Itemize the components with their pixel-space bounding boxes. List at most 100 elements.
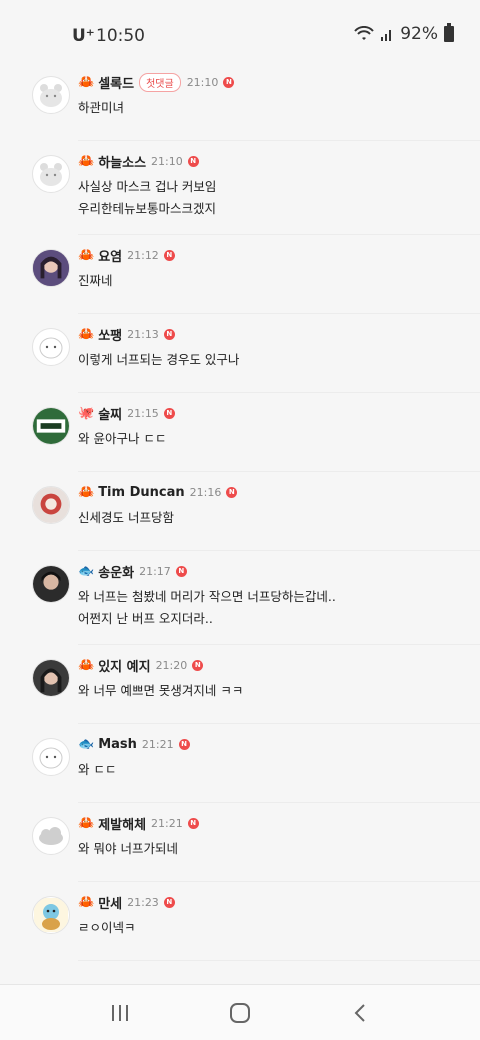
signal-icon	[381, 30, 392, 41]
avatar[interactable]	[32, 659, 70, 697]
comment-nickname[interactable]: Mash	[98, 737, 137, 752]
comment-line: 와 너프는 첨봤네 머리가 작으면 너프당하는갑네..	[78, 589, 336, 604]
profile-photo-icon	[33, 566, 69, 602]
comment-item[interactable]: 🐟 Mash 21:21 N 와 ㄷㄷ	[0, 724, 480, 803]
comment-nickname[interactable]: 쏘팽	[98, 325, 122, 344]
soju-avatar-icon	[33, 408, 69, 444]
comment-item[interactable]: 🦀 있지 예지 21:20 N 와 너무 예쁘면 못생겨지네 ㅋㅋ	[0, 645, 480, 724]
comment-nickname[interactable]: 요염	[98, 246, 122, 265]
cloud-avatar-icon	[39, 827, 63, 845]
comment-line: 우리한테뉴보통마스크겠지	[78, 201, 217, 216]
comment-time: 21:21	[151, 816, 183, 830]
crab-level-icon: 🦀	[78, 484, 95, 500]
comment-time: 21:10	[186, 75, 219, 89]
comment-item[interactable]: 🦀 만세 21:23 N ㄹㅇ이넥ㅋ	[0, 882, 480, 961]
crab-level-icon: 🦀	[78, 74, 95, 90]
comment-line: 와 너무 예쁘면 못생겨지네 ㅋㅋ	[78, 683, 244, 698]
blob-avatar-icon	[39, 747, 63, 769]
comment-item[interactable]: 🐟 송운화 21:17 N 와 너프는 첨봤네 머리가 작으면 너프당하는갑네.…	[0, 551, 480, 645]
crab-level-icon: 🦀	[78, 894, 95, 910]
avatar[interactable]	[32, 738, 70, 776]
comment-time: 21:12	[127, 248, 159, 262]
comment-line: 신세경도 너프당함	[78, 510, 174, 525]
comment-item[interactable]: 🦀 제발해체 21:21 N 와 뭐야 너프가되네	[0, 803, 480, 882]
profile-photo-icon	[33, 660, 69, 696]
comment-nickname[interactable]: 하늘소스	[98, 152, 146, 171]
system-nav-bar	[0, 984, 480, 1040]
new-icon: N	[163, 896, 175, 908]
avatar[interactable]	[32, 565, 70, 603]
comment-item[interactable]: 🦀 요염 21:12 N 진짜네	[0, 235, 480, 314]
new-icon: N	[163, 407, 175, 419]
comment-nickname[interactable]: 술찌	[98, 404, 122, 423]
comment-line: 사실상 마스크 겁나 커보임	[78, 179, 217, 194]
battery-percent: 92%	[400, 24, 438, 44]
comment-time: 21:20	[155, 658, 188, 672]
comment-body: 이렇게 너프되는 경우도 있구나	[78, 349, 480, 371]
comment-item[interactable]: 🦀 쏘팽 21:13 N 이렇게 너프되는 경우도 있구나	[0, 314, 480, 393]
blob-avatar-icon	[39, 337, 63, 359]
comment-line: ㄹㅇ이넥ㅋ	[78, 920, 136, 935]
comment-body: ㄹㅇ이넥ㅋ	[78, 917, 480, 939]
avatar[interactable]	[32, 76, 70, 114]
comment-list[interactable]: 🦀 셀록드 첫댓글 21:10 N 하관미녀 🦀 하늘소스 21:10 N 사실…	[0, 62, 480, 984]
comment-body: 진짜네	[78, 270, 480, 292]
first-comment-badge: 첫댓글	[139, 72, 181, 92]
comment-time: 21:23	[127, 895, 159, 909]
comment-nickname[interactable]: 만세	[98, 893, 122, 912]
avatar[interactable]	[32, 155, 70, 193]
comment-item[interactable]: 🐙 술찌 21:15 N 와 윤아구나 ㄷㄷ	[0, 393, 480, 472]
new-icon: N	[226, 486, 238, 498]
comment-nickname[interactable]: 셀록드	[98, 73, 134, 92]
comment-nickname[interactable]: 제발해체	[98, 814, 146, 833]
bear-avatar-icon	[40, 163, 62, 186]
new-icon: N	[223, 76, 235, 88]
home-icon	[230, 1002, 250, 1023]
comment-body: 와 윤아구나 ㄷㄷ	[78, 428, 480, 450]
clock: 10:50	[96, 26, 145, 46]
bear-avatar-icon	[40, 84, 62, 107]
comment-item[interactable]: 🦀 셀록드 첫댓글 21:10 N 하관미녀	[0, 62, 480, 141]
comment-line: 이렇게 너프되는 경우도 있구나	[78, 352, 240, 367]
new-icon: N	[163, 249, 175, 261]
comment-line: 진짜네	[78, 273, 113, 288]
status-indicators: 92%	[354, 23, 454, 44]
avatar[interactable]	[32, 249, 70, 287]
battery-icon	[444, 23, 454, 42]
comment-nickname[interactable]: Tim Duncan	[98, 485, 184, 500]
fish-level-icon: 🐟	[78, 736, 95, 752]
avatar[interactable]	[32, 486, 70, 524]
comment-item[interactable]: 🦀 Tim Duncan 21:16 N 신세경도 너프당함	[0, 472, 480, 551]
new-icon: N	[178, 738, 190, 750]
recent-apps-button[interactable]	[100, 993, 140, 1033]
octopus-level-icon: 🐙	[78, 405, 95, 421]
comment-line: 와 윤아구나 ㄷㄷ	[78, 431, 167, 446]
comment-nickname[interactable]: 송운화	[98, 562, 134, 581]
squirtle-avatar-icon	[34, 898, 68, 932]
comment-body: 와 ㄷㄷ	[78, 759, 480, 781]
avatar[interactable]	[32, 896, 70, 934]
new-icon: N	[187, 817, 199, 829]
comment-line: 와 ㄷㄷ	[78, 762, 117, 777]
back-button[interactable]	[340, 993, 380, 1033]
comment-nickname[interactable]: 있지 예지	[98, 656, 150, 675]
comment-line: 하관미녀	[78, 100, 125, 115]
comment-time: 21:15	[127, 406, 159, 420]
fish-level-icon: 🐟	[78, 563, 95, 579]
crab-level-icon: 🦀	[78, 326, 95, 342]
comment-time: 21:10	[151, 154, 183, 168]
comment-item[interactable]: 🦀 하늘소스 21:10 N 사실상 마스크 겁나 커보임 우리한테뉴보통마스크…	[0, 141, 480, 235]
new-icon: N	[163, 328, 175, 340]
avatar[interactable]	[32, 328, 70, 366]
crab-level-icon: 🦀	[78, 657, 95, 673]
comment-time: 21:17	[139, 564, 171, 578]
avatar[interactable]	[32, 407, 70, 445]
comment-body: 사실상 마스크 겁나 커보임 우리한테뉴보통마스크겠지	[78, 176, 480, 220]
back-icon	[354, 1003, 365, 1022]
status-bar: U⁺ 10:50 92%	[0, 0, 480, 62]
comment-line: 와 뭐야 너프가되네	[78, 841, 178, 856]
home-button[interactable]	[220, 993, 260, 1033]
new-icon: N	[187, 155, 199, 167]
avatar[interactable]	[32, 817, 70, 855]
crab-level-icon: 🦀	[78, 815, 95, 831]
